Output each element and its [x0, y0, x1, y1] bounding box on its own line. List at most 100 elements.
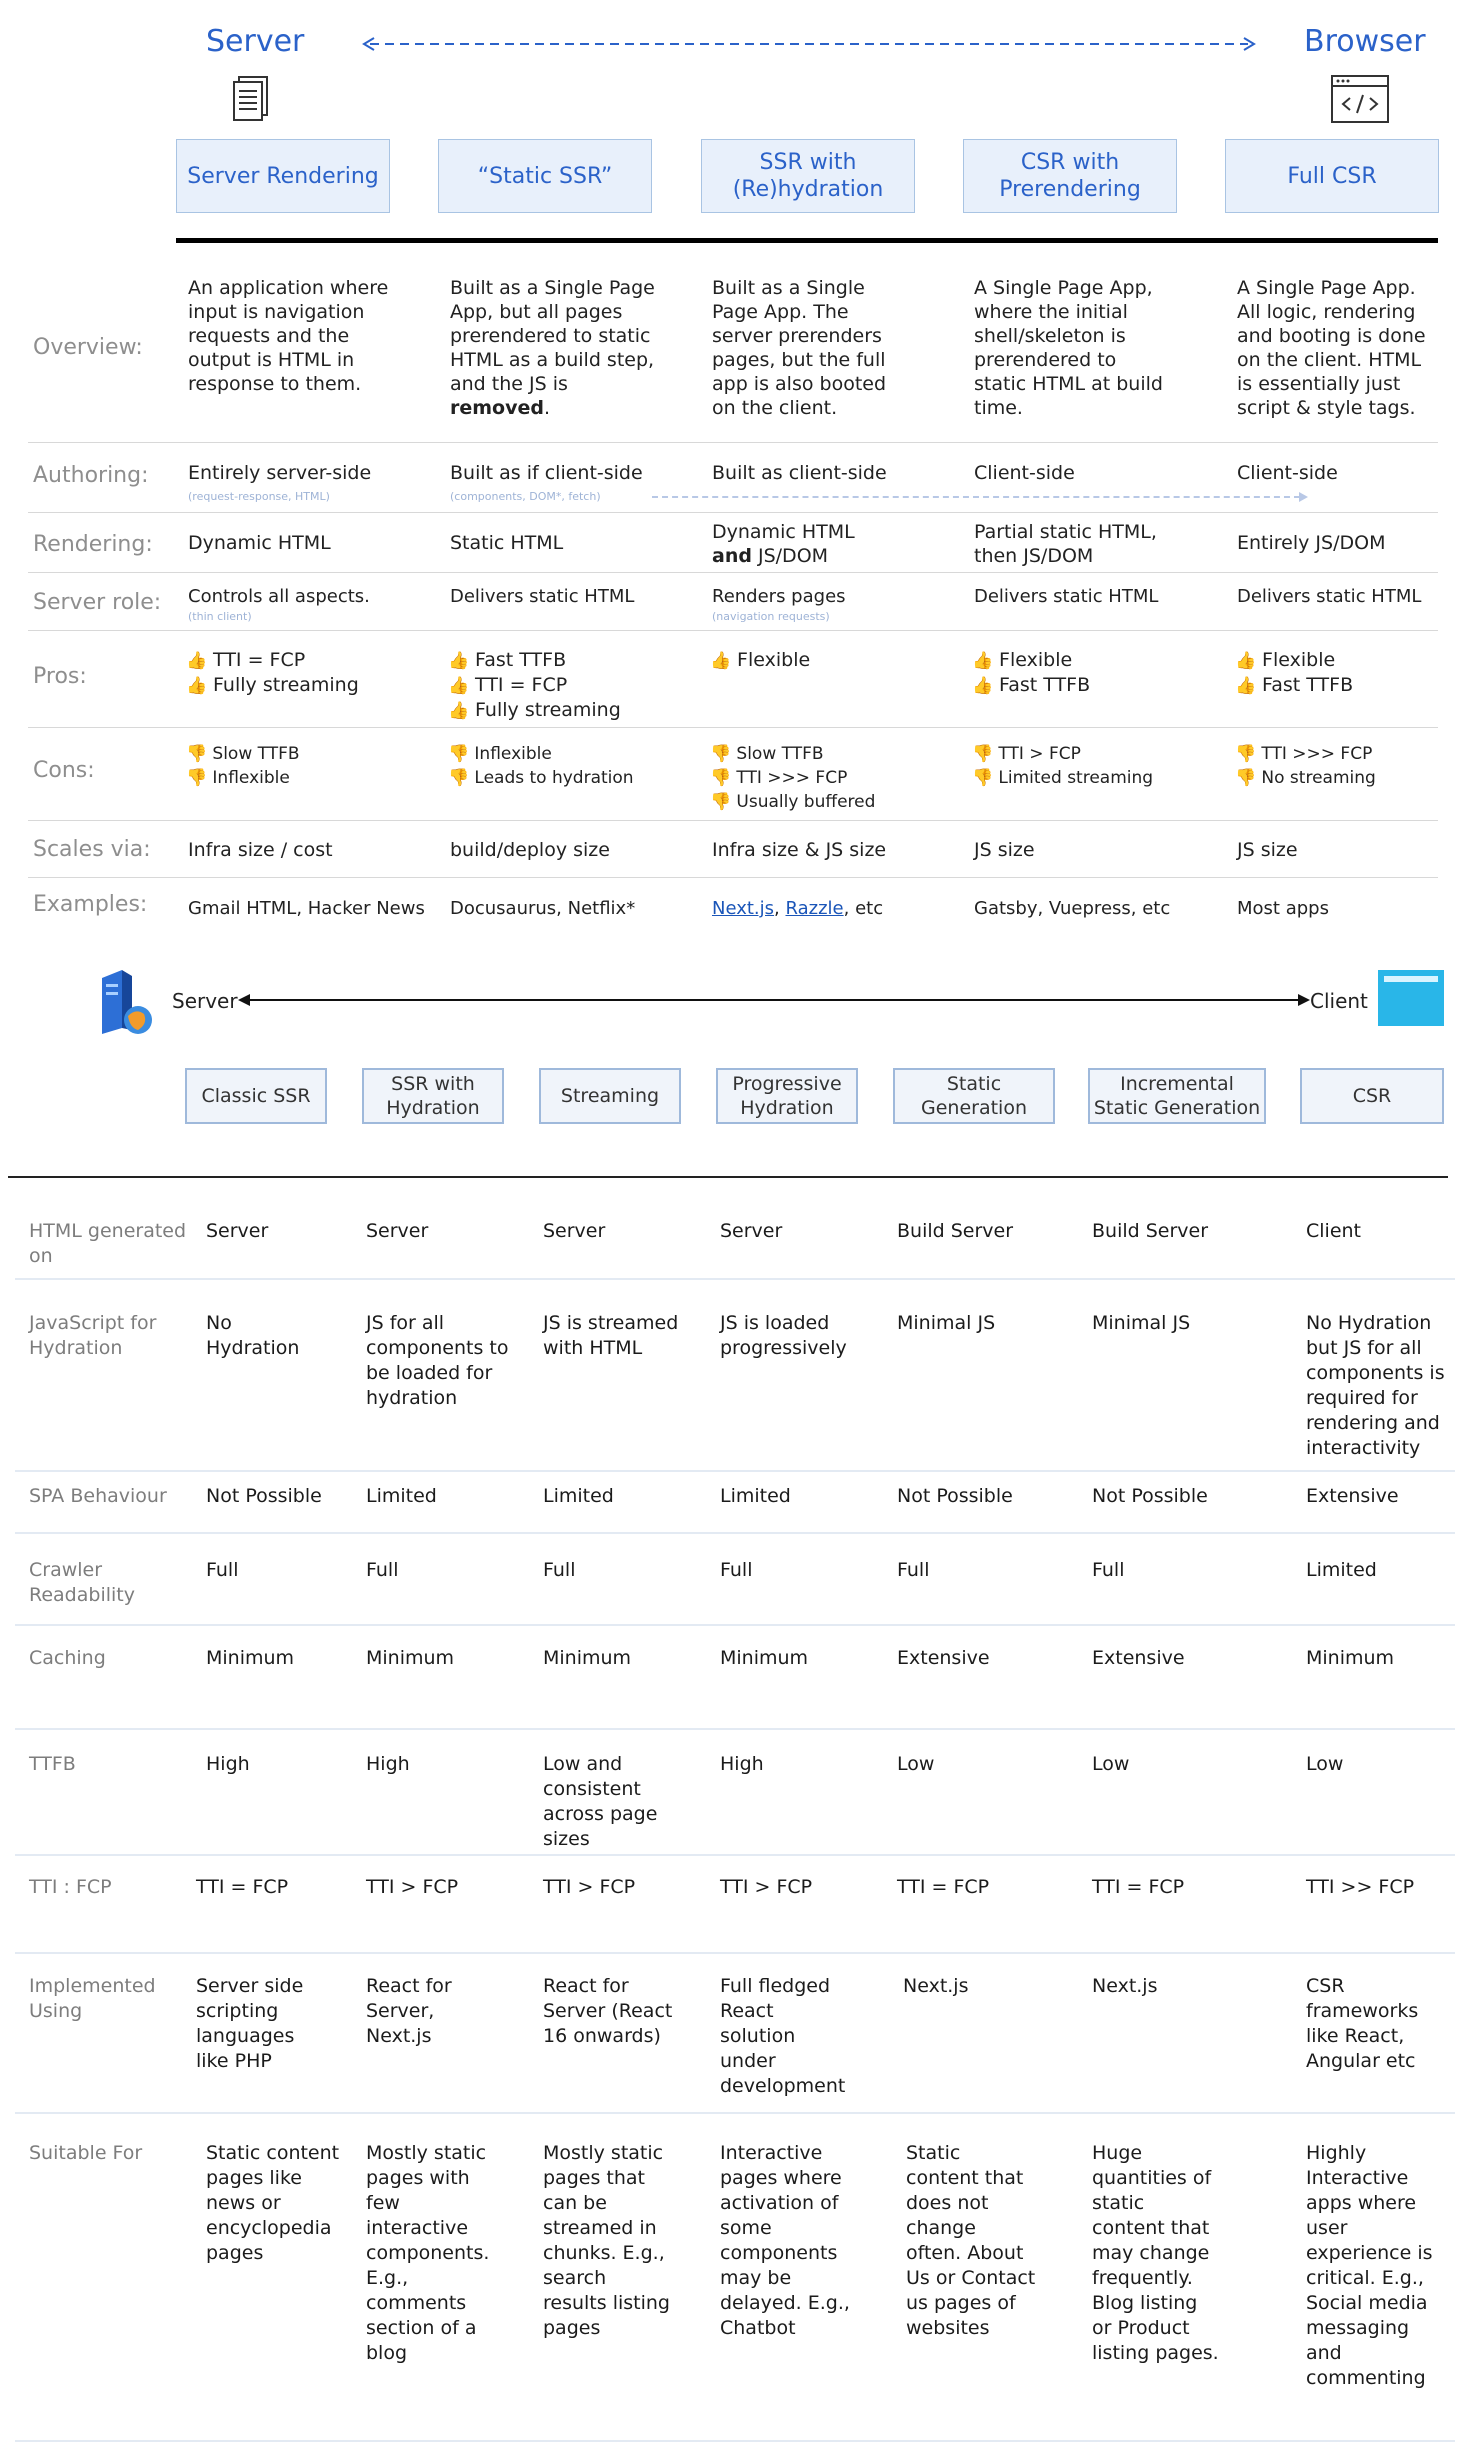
authoring-cell: Client-side: [974, 462, 1075, 484]
thumbs-down-icon: 👎: [448, 768, 470, 788]
server-role-cell: Delivers static HTML: [1237, 586, 1422, 607]
cons-cell: 👎 Inflexible 👎 Leads to hydration: [448, 742, 634, 790]
table-cell: Next.js: [1092, 1975, 1158, 1997]
separator: [28, 442, 1438, 443]
table-cell: TTI = FCP: [196, 1876, 289, 1898]
row-label-rendering: Rendering:: [33, 532, 153, 557]
table-cell: Full: [206, 1559, 239, 1581]
table-cell: Server: [543, 1220, 606, 1242]
table-cell: TTI >> FCP: [1306, 1876, 1415, 1898]
con-item: TTI >>> FCP: [736, 768, 848, 788]
thumbs-down-icon: 👎: [1235, 768, 1257, 788]
table-cell: Server: [206, 1220, 269, 1242]
thumbs-up-icon: 👍: [448, 651, 470, 671]
spectrum-incremental-static-generation: Incremental Static Generation: [1088, 1068, 1266, 1124]
spectrum-progressive-hydration: Progressive Hydration: [716, 1068, 858, 1124]
table-cell: JS is streamed with HTML: [543, 1312, 679, 1359]
removed-word: removed: [450, 397, 544, 419]
rendering-cell: Entirely JS/DOM: [1237, 532, 1386, 554]
and-word: and: [712, 545, 752, 567]
overview-text: Built as a Single Page App, but all page…: [450, 277, 655, 395]
cons-cell: 👎 Slow TTFB 👎 Inflexible: [186, 742, 300, 790]
table-cell: Server: [366, 1220, 429, 1242]
con-item: Inflexible: [474, 744, 552, 764]
table-row-label: Suitable For: [29, 2142, 143, 2164]
thumbs-up-icon: 👍: [972, 651, 994, 671]
table-cell: Static content pages like news or encycl…: [206, 2142, 340, 2264]
thumbs-up-icon: 👍: [710, 651, 732, 671]
con-item: Limited streaming: [998, 768, 1154, 788]
spectrum-csr: CSR: [1300, 1068, 1444, 1124]
overview-cell: Built as a Single Page App, but all page…: [450, 276, 660, 420]
nextjs-link[interactable]: Next.js: [712, 898, 774, 919]
table-row-label: HTML generated on: [29, 1220, 187, 1267]
rendering-text: Dynamic HTML: [712, 521, 855, 543]
table-cell: Minimum: [720, 1647, 809, 1669]
table-cell: Server: [720, 1220, 783, 1242]
authoring-sub: (request-response, HTML): [188, 490, 330, 503]
column-ssr-rehydration: SSR with (Re)hydration: [701, 139, 915, 213]
razzle-link[interactable]: Razzle: [786, 898, 844, 919]
thumbs-up-icon: 👍: [186, 651, 208, 671]
thumbs-down-icon: 👎: [1235, 744, 1257, 764]
browser-window-icon: [1378, 970, 1444, 1026]
cons-cell: 👎 TTI >>> FCP 👎 No streaming: [1235, 742, 1376, 790]
examples-cell: Next.js, Razzle, etc: [712, 897, 883, 921]
pro-item: TTI = FCP: [213, 649, 306, 671]
table-separator: [15, 1470, 1455, 1472]
table-separator: [15, 2440, 1455, 2442]
table-separator: [15, 1952, 1455, 1954]
table-cell: Full: [366, 1559, 399, 1581]
table-cell: Build Server: [897, 1220, 1014, 1242]
table-cell: Server side scripting languages like PHP: [196, 1975, 304, 2072]
and-suffix: JS/DOM: [751, 545, 829, 567]
table-row-label: TTFB: [29, 1753, 76, 1775]
con-item: TTI >>> FCP: [1261, 744, 1373, 764]
document-icon: [233, 76, 268, 121]
server-role-cell: Renders pages: [712, 586, 846, 607]
thumbs-up-icon: 👍: [448, 701, 470, 721]
table-cell: Full: [1092, 1559, 1125, 1581]
removed-suffix: .: [543, 397, 551, 419]
row-label-pros: Pros:: [33, 664, 87, 689]
separator: [28, 572, 1438, 573]
con-item: Usually buffered: [736, 792, 876, 812]
table-cell: Low and consistent across page sizes: [543, 1753, 658, 1850]
table-cell: Not Possible: [206, 1485, 322, 1507]
table-cell: No Hydration but JS for all components i…: [1306, 1312, 1445, 1459]
row-label-examples: Examples:: [33, 892, 148, 917]
table-separator: [15, 1728, 1455, 1730]
table-cell: Highly Interactive apps where user exper…: [1306, 2142, 1433, 2389]
table-cell: Limited: [366, 1485, 437, 1507]
table-cell: Mostly static pages with few interactive…: [366, 2142, 490, 2364]
table-cell: Minimum: [206, 1647, 295, 1669]
table-cell: React for Server (React 16 onwards): [543, 1975, 673, 2047]
row-label-server-role: Server role:: [33, 590, 162, 615]
separator: [28, 727, 1438, 728]
table-cell: Full: [897, 1559, 930, 1581]
table-separator: [15, 1278, 1455, 1280]
table-cell: No Hydration: [206, 1312, 300, 1359]
thumbs-up-icon: 👍: [1235, 676, 1257, 696]
rendering-cell: Static HTML: [450, 532, 564, 554]
thumbs-down-icon: 👎: [972, 768, 994, 788]
thumbs-down-icon: 👎: [448, 744, 470, 764]
pros-cell: 👍 Flexible 👍 Fast TTFB: [1235, 648, 1353, 698]
rendering-cell: Dynamic HTML: [188, 532, 331, 554]
section-rule: [8, 1176, 1448, 1178]
table-cell: High: [366, 1753, 410, 1775]
table-cell: Minimal JS: [1092, 1312, 1191, 1334]
scales-cell: JS size: [1237, 839, 1298, 861]
table-cell: Limited: [1306, 1559, 1377, 1581]
table-cell: Static content that does not change ofte…: [906, 2142, 1036, 2339]
thumbs-down-icon: 👎: [186, 768, 208, 788]
table-cell: Extensive: [897, 1647, 990, 1669]
spectrum-arrow: [238, 994, 1310, 1006]
examples-cell: Docusaurus, Netflix*: [450, 898, 636, 919]
table-cell: Extensive: [1092, 1647, 1185, 1669]
con-item: Slow TTFB: [212, 744, 300, 764]
table-cell: CSR frameworks like React, Angular etc: [1306, 1975, 1419, 2072]
thumbs-up-icon: 👍: [186, 676, 208, 696]
spectrum-static-generation: Static Generation: [893, 1068, 1055, 1124]
server-role-sub: (navigation requests): [712, 610, 830, 623]
